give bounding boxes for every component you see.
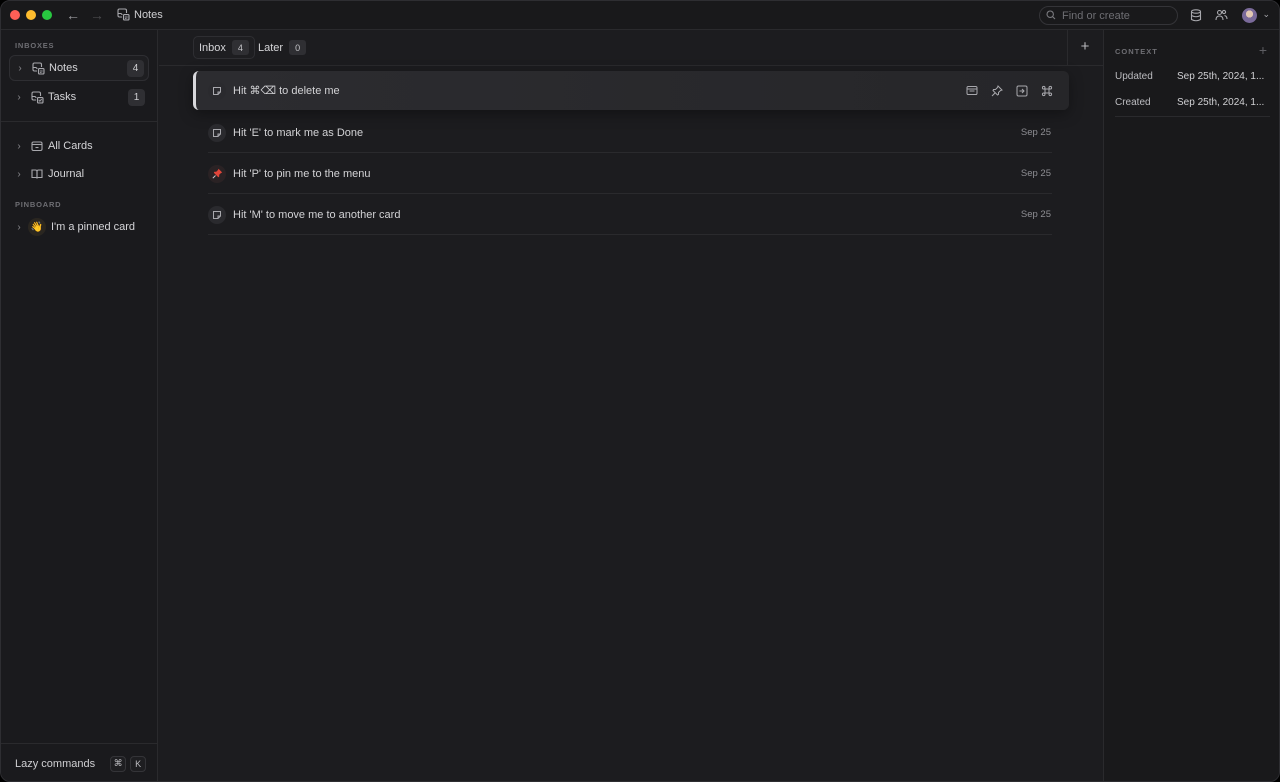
card-row[interactable]: Hit 'M' to move me to another card Sep 2… [193, 194, 1069, 235]
tab-count: 4 [231, 40, 249, 55]
command-icon[interactable] [1040, 84, 1053, 97]
search-input[interactable] [1062, 9, 1172, 22]
context-value: Sep 25th, 2024, 1... [1177, 71, 1265, 82]
count-badge: 1 [128, 88, 145, 106]
note-icon [208, 123, 226, 142]
context-value: Sep 25th, 2024, 1... [1177, 97, 1265, 108]
zoom-window-button[interactable] [42, 10, 52, 20]
sidebar-item-pinned-card[interactable]: › 👋 I'm a pinned card [9, 214, 149, 240]
k-key: K [130, 755, 147, 772]
sidebar-item-label: Journal [48, 168, 85, 180]
card-row-selected[interactable]: Hit ⌘⌫ to delete me [193, 71, 1069, 110]
chevron-right-icon[interactable]: › [9, 92, 27, 103]
main-content: Inbox 4 Later 0 + Hit ⌘⌫ to delete me Hi… [159, 30, 1103, 781]
inbox-task-icon [29, 89, 45, 105]
window-controls [10, 10, 52, 20]
chevron-down-icon[interactable]: ⌄ [1262, 9, 1270, 20]
window-title: Notes [116, 7, 163, 24]
card-title: Hit 'M' to move me to another card [233, 208, 401, 221]
sidebar-item-label: Notes [49, 62, 78, 74]
command-key: ⌘ [110, 755, 127, 772]
card-actions [965, 84, 1053, 97]
pin-icon[interactable] [990, 84, 1003, 97]
pinboard-section-label: PINBOARD [15, 200, 62, 209]
minimize-window-button[interactable] [26, 10, 36, 20]
inbox-note-icon [30, 60, 46, 76]
pushpin-icon [208, 164, 226, 183]
card-row[interactable]: Hit 'P' to pin me to the menu Sep 25 [193, 153, 1069, 194]
card-list: Hit ⌘⌫ to delete me Hit 'E' to mark me a… [193, 71, 1069, 235]
tab-count: 0 [289, 40, 307, 55]
lazy-commands-label: Lazy commands [15, 757, 96, 770]
card-title: Hit 'P' to pin me to the menu [233, 167, 371, 180]
context-key: Created [1115, 97, 1151, 108]
add-card-button[interactable]: + [1076, 38, 1094, 56]
close-window-button[interactable] [10, 10, 20, 20]
tab-label: Inbox [199, 41, 226, 54]
note-icon [208, 81, 226, 100]
database-icon[interactable] [1190, 9, 1204, 23]
sidebar-item-tasks[interactable]: › Tasks 1 [9, 84, 149, 110]
tab-bar: Inbox 4 Later 0 + [159, 30, 1103, 66]
back-arrow-icon[interactable]: ← [66, 7, 80, 23]
inboxes-section-label: INBOXES [15, 41, 55, 50]
people-icon[interactable] [1215, 9, 1229, 23]
tab-label: Later [258, 41, 284, 54]
card-date: Sep 25 [1020, 127, 1051, 138]
count-badge: 4 [127, 59, 144, 77]
forward-arrow-icon[interactable]: → [90, 7, 104, 23]
card-date: Sep 25 [1020, 209, 1051, 220]
context-panel: CONTEXT + Updated Sep 25th, 2024, 1... C… [1103, 30, 1279, 781]
tab-inbox[interactable]: Inbox 4 [193, 36, 255, 59]
mark-done-icon[interactable] [965, 84, 978, 97]
context-row-updated: Updated Sep 25th, 2024, 1... [1115, 71, 1271, 82]
search-box[interactable] [1039, 6, 1178, 25]
card-date: Sep 25 [1020, 168, 1051, 179]
context-row-created: Created Sep 25th, 2024, 1... [1115, 97, 1271, 108]
card-row[interactable]: Hit 'E' to mark me as Done Sep 25 [193, 112, 1069, 153]
window-title-text: Notes [134, 9, 163, 21]
tab-later[interactable]: Later 0 [253, 36, 311, 59]
waving-hand-icon: 👋 [28, 218, 46, 236]
card-title: Hit 'E' to mark me as Done [233, 126, 364, 139]
sidebar-item-label: All Cards [48, 140, 93, 152]
user-avatar[interactable] [1242, 8, 1257, 23]
sidebar-item-journal[interactable]: › Journal [9, 161, 149, 187]
chevron-right-icon[interactable]: › [9, 169, 27, 180]
move-icon[interactable] [1015, 84, 1028, 97]
lazy-commands-bar[interactable]: Lazy commands ⌘ K [1, 743, 158, 781]
card-title: Hit ⌘⌫ to delete me [233, 85, 340, 97]
chevron-right-icon[interactable]: › [9, 222, 27, 233]
context-key: Updated [1115, 71, 1153, 82]
sidebar-divider [1, 121, 158, 122]
search-icon [1046, 9, 1056, 23]
sidebar-item-notes[interactable]: › Notes 4 [9, 55, 149, 81]
title-bar: ← → Notes ⌄ [1, 1, 1279, 30]
add-context-button[interactable]: + [1259, 42, 1267, 58]
context-divider [1115, 116, 1270, 117]
note-icon [208, 205, 226, 224]
tab-divider [1067, 30, 1068, 66]
chevron-right-icon[interactable]: › [10, 63, 28, 74]
chevron-right-icon[interactable]: › [9, 141, 27, 152]
book-icon [29, 166, 45, 182]
inbox-note-icon [116, 7, 130, 24]
sidebar-item-label: I'm a pinned card [51, 221, 136, 233]
cards-icon [29, 138, 45, 154]
sidebar: INBOXES › Notes 4 › Tasks 1 › All Cards [1, 30, 158, 781]
sidebar-item-label: Tasks [48, 91, 77, 103]
context-label: CONTEXT [1115, 47, 1158, 56]
app-window: ← → Notes ⌄ INBOXES › [0, 0, 1280, 782]
sidebar-item-all-cards[interactable]: › All Cards [9, 133, 149, 159]
